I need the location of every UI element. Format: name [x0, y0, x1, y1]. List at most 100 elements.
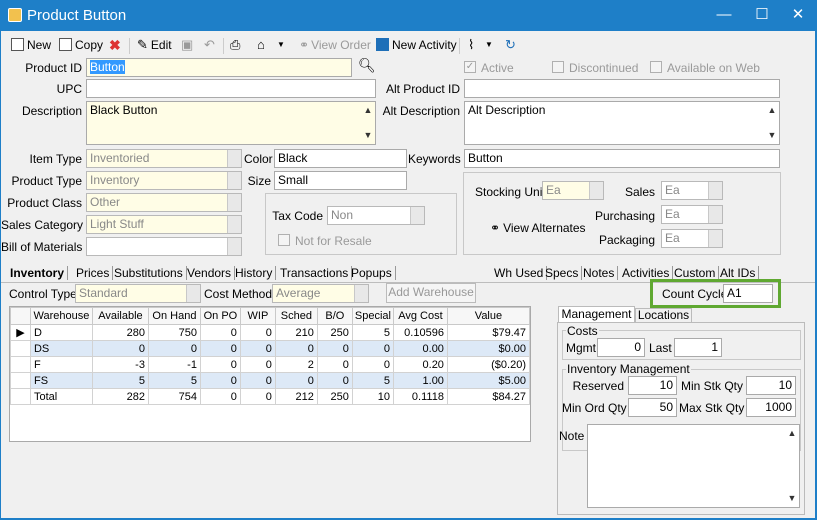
column-header[interactable]: Available: [91, 307, 149, 325]
chevron-down-icon[interactable]: [708, 206, 722, 223]
chevron-down-icon[interactable]: [227, 150, 241, 167]
table-cell[interactable]: 5: [351, 372, 394, 389]
upc-field[interactable]: [86, 79, 376, 98]
table-cell[interactable]: 280: [91, 324, 149, 341]
table-cell[interactable]: 5: [91, 372, 149, 389]
table-row[interactable]: FS 5 5 0 0 0 0 5 1.00 $5.00: [10, 372, 530, 389]
table-cell[interactable]: 250: [316, 324, 353, 341]
table-cell[interactable]: 0: [199, 372, 241, 389]
column-header[interactable]: WIP: [239, 307, 276, 325]
column-header[interactable]: On PO: [199, 307, 241, 325]
table-cell[interactable]: 0: [274, 372, 318, 389]
table-cell[interactable]: 0: [239, 356, 276, 373]
keywords-field[interactable]: Button: [464, 149, 780, 168]
scroll-down-icon[interactable]: ▼: [786, 491, 798, 506]
view-alternates-button[interactable]: ⚭ View Alternates: [490, 221, 586, 235]
table-cell[interactable]: 0: [199, 356, 241, 373]
tab-history[interactable]: History: [235, 266, 277, 280]
chevron-down-icon[interactable]: [708, 230, 722, 247]
tab-transactions[interactable]: Transactions: [280, 266, 353, 280]
table-cell[interactable]: 0.20: [392, 356, 448, 373]
tab-wh-used[interactable]: Wh Used: [494, 266, 548, 280]
close-button[interactable]: ✕: [785, 4, 811, 26]
min-ord-qty-field[interactable]: 50: [628, 398, 677, 417]
save-icon[interactable]: ▣: [181, 35, 193, 55]
view-order-button[interactable]: ⚭ View Order: [299, 35, 371, 55]
description-field[interactable]: Black Button ▲ ▼: [86, 101, 376, 145]
table-cell[interactable]: 2: [274, 356, 318, 373]
column-header[interactable]: Warehouse: [29, 307, 93, 325]
product-class-combo[interactable]: Other: [86, 193, 242, 212]
tab-locations[interactable]: Locations: [635, 308, 692, 323]
table-cell[interactable]: $79.47: [446, 324, 530, 341]
tab-popups[interactable]: Popups: [351, 266, 396, 280]
table-cell[interactable]: 0: [147, 340, 201, 357]
alt-description-field[interactable]: Alt Description ▲ ▼: [464, 101, 780, 145]
table-cell[interactable]: ($0.20): [446, 356, 530, 373]
tab-substitutions[interactable]: Substitutions: [114, 266, 187, 280]
column-header[interactable]: On Hand: [147, 307, 201, 325]
tag-icon[interactable]: ⌂: [257, 35, 265, 55]
tab-vendors[interactable]: Vendors: [187, 266, 236, 280]
chevron-down-icon[interactable]: [410, 207, 424, 224]
sales-unit-combo[interactable]: Ea: [661, 181, 723, 200]
tab-custom[interactable]: Custom: [674, 266, 720, 280]
table-cell[interactable]: 5: [351, 324, 394, 341]
column-header[interactable]: B/O: [316, 307, 353, 325]
table-cell[interactable]: 0: [239, 372, 276, 389]
alt-product-id-field[interactable]: [464, 79, 780, 98]
chevron-down-icon[interactable]: [227, 238, 241, 255]
delete-icon[interactable]: ✖: [109, 35, 121, 55]
table-row[interactable]: DS 0 0 0 0 0 0 0 0.00 $0.00: [10, 340, 530, 357]
discontinued-checkbox[interactable]: [552, 61, 564, 73]
table-cell[interactable]: -3: [91, 356, 149, 373]
table-cell[interactable]: 0: [274, 340, 318, 357]
table-row[interactable]: F -3 -1 0 0 2 0 0 0.20 ($0.20): [10, 356, 530, 373]
tab-inventory[interactable]: Inventory: [10, 266, 69, 280]
table-cell[interactable]: $5.00: [446, 372, 530, 389]
item-type-combo[interactable]: Inventoried: [86, 149, 242, 168]
print-icon[interactable]: ⎙: [230, 35, 240, 55]
stocking-unit-combo[interactable]: Ea: [542, 181, 604, 200]
table-row[interactable]: ▶ D 280 750 0 0 210 250 5 0.10596 $79.47: [10, 324, 530, 341]
min-stk-qty-field[interactable]: 10: [746, 376, 796, 395]
copy-button[interactable]: Copy: [59, 35, 103, 55]
table-cell[interactable]: 750: [147, 324, 201, 341]
last-cost-field[interactable]: 1: [674, 338, 722, 357]
count-cycle-field[interactable]: A1: [723, 284, 773, 303]
chevron-down-icon[interactable]: [186, 285, 200, 302]
column-header[interactable]: Sched: [274, 307, 318, 325]
chevron-down-icon[interactable]: ▼: [277, 35, 285, 55]
control-type-combo[interactable]: Standard: [75, 284, 201, 303]
chevron-down-icon[interactable]: [354, 285, 368, 302]
chevron-down-icon[interactable]: [708, 182, 722, 199]
mgmt-cost-field[interactable]: 0: [597, 338, 645, 357]
maximize-button[interactable]: ☐: [749, 4, 775, 26]
bill-of-materials-combo[interactable]: [86, 237, 242, 256]
chevron-down-icon[interactable]: [227, 216, 241, 233]
column-header[interactable]: Special: [351, 307, 394, 325]
column-header[interactable]: Value: [446, 307, 530, 325]
table-cell[interactable]: 0: [199, 340, 241, 357]
scroll-down-icon[interactable]: ▼: [362, 128, 374, 143]
table-cell[interactable]: 0: [316, 340, 353, 357]
table-cell[interactable]: 0: [91, 340, 149, 357]
product-type-combo[interactable]: Inventory: [86, 171, 242, 190]
size-field[interactable]: Small: [274, 171, 407, 190]
table-cell[interactable]: 0.10596: [392, 324, 448, 341]
tab-notes[interactable]: Notes: [583, 266, 619, 280]
cost-method-combo[interactable]: Average: [272, 284, 369, 303]
available-on-web-checkbox[interactable]: [650, 61, 662, 73]
table-cell[interactable]: DS: [29, 340, 93, 357]
table-cell[interactable]: $0.00: [446, 340, 530, 357]
chevron-down-icon[interactable]: [227, 194, 241, 211]
undo-icon[interactable]: ↶: [204, 35, 215, 55]
table-cell[interactable]: 0: [316, 372, 353, 389]
packaging-unit-combo[interactable]: Ea: [661, 229, 723, 248]
chevron-down-icon[interactable]: ▼: [485, 35, 493, 55]
new-button[interactable]: New: [11, 35, 51, 55]
table-cell[interactable]: F: [29, 356, 93, 373]
max-stk-qty-field[interactable]: 1000: [746, 398, 796, 417]
tab-prices[interactable]: Prices: [76, 266, 114, 280]
tab-management[interactable]: Management: [558, 306, 635, 323]
